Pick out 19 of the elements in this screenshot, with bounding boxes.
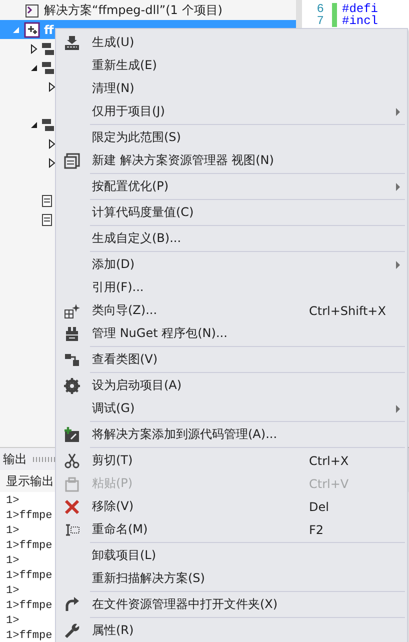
line-number: 7 — [316, 15, 324, 27]
line-number: 6 — [316, 3, 324, 15]
output-line: 1> — [6, 584, 20, 599]
output-line: 1> — [6, 554, 20, 569]
tree-item-label: ff — [44, 22, 54, 36]
show-output-label: 显示输出 — [6, 472, 54, 490]
code-line: #defi — [342, 3, 378, 15]
output-line: 1> — [6, 524, 20, 539]
output-line: 1> — [6, 494, 20, 509]
output-line: 1>ffmpe — [6, 629, 52, 642]
output-line: 1> — [6, 614, 20, 629]
code-line: #incl — [342, 15, 378, 27]
menu-item: 粘贴(P) Ctrl+V — [56, 472, 407, 495]
panel-title: 输出 — [3, 450, 27, 468]
output-line: 1>ffmpe — [6, 539, 52, 554]
tree-item-label: 解决方案“ffmpeg-dll”(1 个项目) — [44, 2, 222, 19]
output-line: 1>ffmpe — [6, 509, 52, 524]
output-line: 1>ffmpe — [6, 569, 52, 584]
output-line: 1>ffmpe — [6, 599, 52, 614]
